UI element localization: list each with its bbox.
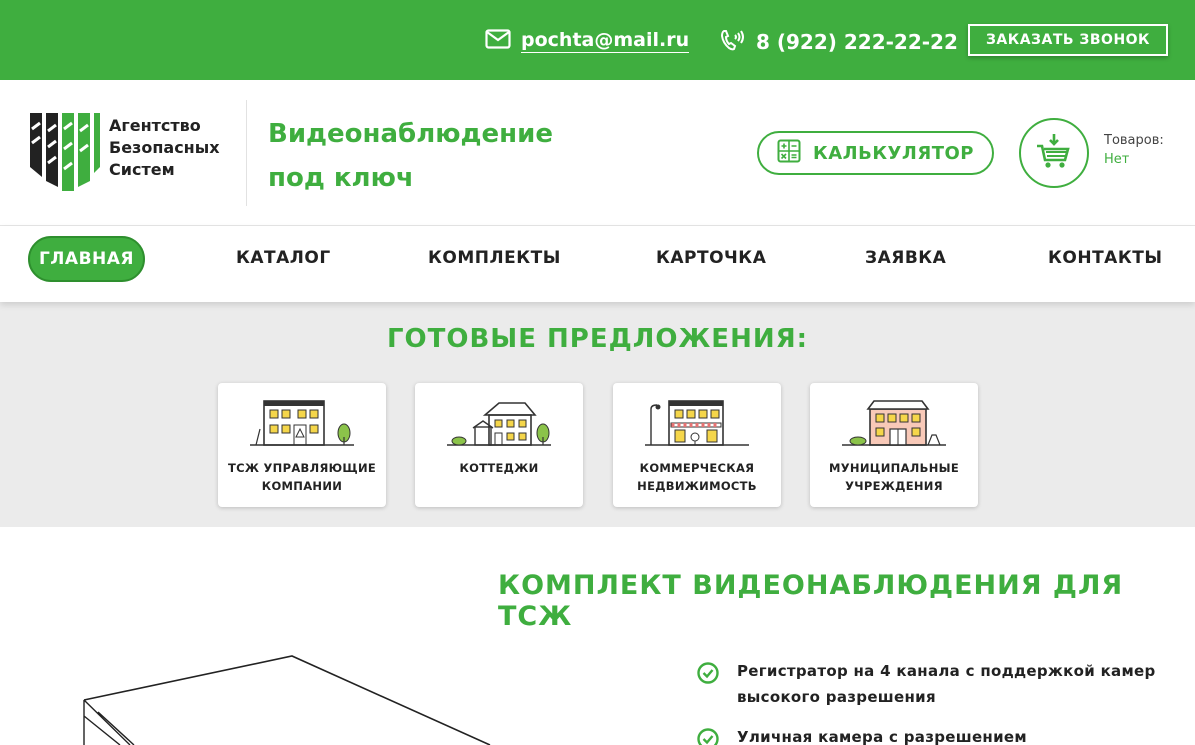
offer-card-hoa[interactable]: ТСЖ УПРАВЛЯЮЩИЕ КОМПАНИИ: [218, 383, 386, 507]
offer-card-municipal[interactable]: МУНИЦИПАЛЬНЫЕ УЧРЕЖДЕНИЯ: [810, 383, 978, 507]
check-circle-icon: [697, 728, 719, 745]
offer-card-cottages[interactable]: КОТТЕДЖИ: [415, 383, 583, 507]
cart-value[interactable]: Нет: [1104, 152, 1129, 167]
email-link[interactable]: pochta@mail.ru: [485, 28, 690, 53]
kit-title: КОМПЛЕКТ ВИДЕОНАБЛЮДЕНИЯ ДЛЯ ТСЖ: [498, 570, 1124, 632]
cart-icon: [1034, 131, 1074, 175]
top-bar: pochta@mail.ru 8 (922) 222-22-22 ЗАКАЗАТ…: [0, 0, 1195, 80]
header: Агентство Безопасных Систем Видеонаблюде…: [0, 80, 1195, 226]
nav-item-home[interactable]: ГЛАВНАЯ: [28, 236, 145, 282]
cart-button[interactable]: [1019, 118, 1089, 188]
kit-feature-2: Уличная камера с разрешением: [697, 724, 1157, 745]
nav-item-card[interactable]: КАРТОЧКА: [656, 248, 766, 268]
envelope-icon: [485, 28, 511, 53]
offer-card-label: КОТТЕДЖИ: [459, 461, 539, 475]
logo-icon[interactable]: [28, 109, 102, 199]
calculator-label: КАЛЬКУЛЯТОР: [813, 142, 974, 164]
municipal-building-icon: [842, 400, 946, 446]
email-text[interactable]: pochta@mail.ru: [521, 28, 690, 53]
apartment-building-icon: [250, 400, 354, 446]
offer-card-commercial[interactable]: КОММЕРЧЕСКАЯ НЕДВИЖИМОСТЬ: [613, 383, 781, 507]
logo-line-1: Агентство: [109, 116, 201, 135]
logo-text[interactable]: Агентство Безопасных Систем: [109, 115, 220, 181]
offer-card-label: КОММЕРЧЕСКАЯ НЕДВИЖИМОСТЬ: [637, 461, 757, 493]
calculator-button[interactable]: КАЛЬКУЛЯТОР: [757, 131, 994, 175]
tagline-line-1: Видеонаблюдение: [268, 119, 553, 149]
nav-item-contacts[interactable]: КОНТАКТЫ: [1048, 248, 1162, 268]
nav-item-kits[interactable]: КОМПЛЕКТЫ: [428, 248, 561, 268]
logo-line-3: Систем: [109, 160, 175, 179]
commercial-building-icon: [645, 400, 749, 446]
offer-card-label: МУНИЦИПАЛЬНЫЕ УЧРЕЖДЕНИЯ: [829, 461, 959, 493]
tagline: Видеонаблюдение под ключ: [268, 112, 553, 200]
main-nav: ГЛАВНАЯ КАТАЛОГ КОМПЛЕКТЫ КАРТОЧКА ЗАЯВК…: [0, 226, 1195, 302]
cottage-icon: [447, 402, 551, 446]
offer-card-label: ТСЖ УПРАВЛЯЮЩИЕ КОМПАНИИ: [227, 461, 377, 493]
phone-icon: [720, 28, 746, 56]
cart-label: Товаров:: [1104, 133, 1164, 148]
check-circle-icon: [697, 662, 719, 710]
nav-item-request[interactable]: ЗАЯВКА: [865, 248, 946, 268]
offers-section: ГОТОВЫЕ ПРЕДЛОЖЕНИЯ: ТСЖ УПРАВЛЯЮЩИЕ КОМ…: [0, 302, 1195, 527]
kit-feature-text: Уличная камера с разрешением: [737, 728, 1027, 745]
phone-text[interactable]: 8 (922) 222-22-22: [756, 30, 958, 54]
logo-line-2: Безопасных: [109, 138, 220, 157]
nav-item-catalog[interactable]: КАТАЛОГ: [236, 248, 331, 268]
dvr-illustration: [80, 650, 500, 745]
tagline-line-2: под ключ: [268, 163, 414, 193]
callback-button[interactable]: ЗАКАЗАТЬ ЗВОНОК: [968, 24, 1168, 56]
phone-link[interactable]: 8 (922) 222-22-22: [720, 28, 958, 56]
offers-title: ГОТОВЫЕ ПРЕДЛОЖЕНИЯ:: [386, 324, 809, 354]
calculator-icon: [777, 139, 801, 168]
kit-feature-text: Регистратор на 4 канала с поддержкой кам…: [737, 662, 1156, 706]
kit-feature-1: Регистратор на 4 канала с поддержкой кам…: [697, 658, 1157, 710]
header-divider: [246, 100, 247, 206]
